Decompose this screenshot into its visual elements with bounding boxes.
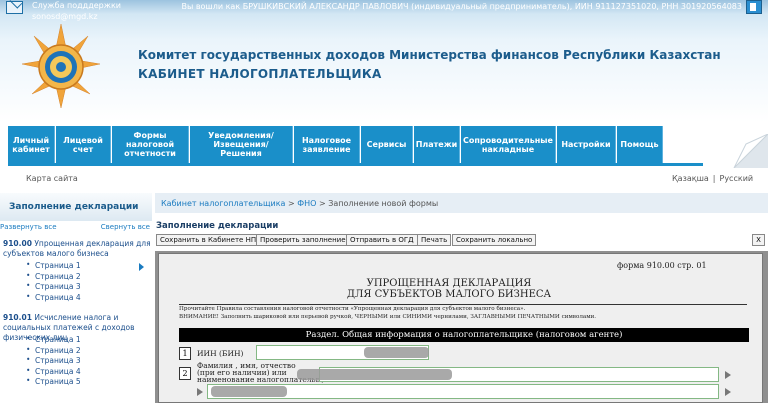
note-line2: ВНИМАНИЕ! Заполнить шариковой или перьев… [179, 314, 597, 320]
form-title: УПРОЩЕННАЯ ДЕКЛАРАЦИЯ ДЛЯ СУБЪЕКТОВ МАЛО… [159, 278, 739, 300]
nav-services[interactable]: Сервисы [361, 126, 413, 163]
page-link[interactable]: Страница 3 [26, 355, 81, 367]
logout-icon[interactable] [746, 0, 762, 14]
emblem-logo [21, 23, 101, 109]
page-link[interactable]: Страница 5 [26, 376, 81, 388]
nav-personal-account[interactable]: Лицевой счет [56, 126, 111, 163]
declaration-code: 910.00 [3, 239, 32, 248]
print-button[interactable]: Печать [417, 234, 452, 246]
expand-all-link[interactable]: Развернуть все [0, 223, 57, 231]
page-link[interactable]: Страница 4 [26, 366, 81, 378]
close-button[interactable]: X [752, 234, 765, 246]
lang-separator: | [712, 174, 716, 183]
breadcrumb-current: Заполнение новой формы [328, 199, 439, 208]
declaration-910-00[interactable]: 910.00 Упрощенная декларация для субъект… [3, 239, 153, 259]
note-line1: Прочитайте Правила составления налоговой… [179, 306, 526, 312]
redacted-value [297, 369, 452, 380]
support-email[interactable]: sonosd@mgd.kz [32, 12, 98, 21]
page: Служба подддержки sonosd@mgd.kz Вы вошли… [0, 0, 768, 403]
arrow-right-icon [725, 371, 731, 379]
main-content: Кабинет налогоплательщика > ФНО > Заполн… [155, 193, 768, 403]
form-number: форма 910.00 стр. 01 [617, 261, 707, 270]
redacted-value [364, 347, 429, 358]
save-cabinet-button[interactable]: Сохранить в Кабинете НП [156, 234, 261, 246]
mail-icon [6, 1, 23, 14]
breadcrumb-fno[interactable]: ФНО [297, 199, 316, 208]
form-viewer: форма 910.00 стр. 01 УПРОЩЕННАЯ ДЕКЛАРАЦ… [155, 251, 768, 403]
breadcrumb-cabinet[interactable]: Кабинет налогоплательщика [161, 199, 285, 208]
nav-payments[interactable]: Платежи [414, 126, 460, 163]
page-link[interactable]: Страница 1 [26, 334, 81, 346]
page-link[interactable]: Страница 2 [26, 345, 81, 357]
check-button[interactable]: Проверить заполнение [256, 234, 350, 246]
nav-tax-forms[interactable]: Формы налоговой отчетности [112, 126, 189, 163]
current-page-arrow-icon [139, 263, 144, 271]
nav-notifications[interactable]: Уведомления/ Извещения/ Решения [190, 126, 293, 163]
nav-settings[interactable]: Настройки [557, 126, 616, 163]
nav-personal-cabinet[interactable]: Личный кабинет [8, 126, 55, 163]
form-title-line1: УПРОЩЕННАЯ ДЕКЛАРАЦИЯ [366, 278, 532, 289]
lang-russian[interactable]: Русский [720, 174, 754, 183]
page-link[interactable]: Страница 2 [26, 271, 81, 283]
support-title[interactable]: Служба подддержки [32, 1, 121, 10]
sidebar: Заполнение декларации Развернуть все Све… [0, 193, 152, 403]
sitemap-link[interactable]: Карта сайта [26, 174, 78, 183]
nav-underline [8, 163, 703, 166]
sidebar-title: Заполнение декларации [0, 193, 152, 221]
lang-kazakh[interactable]: Қазақша [672, 174, 709, 183]
save-local-button[interactable]: Сохранить локально [452, 234, 537, 246]
page-link[interactable]: Страница 1 [26, 260, 81, 272]
user-info: Вы вошли как БРУШКИВСКИЙ АЛЕКСАНДР ПАВЛО… [181, 2, 742, 11]
breadcrumb-separator: > [316, 199, 329, 208]
arrow-right-icon [197, 388, 203, 396]
declaration-code: 910.01 [3, 313, 32, 322]
breadcrumb: Кабинет налогоплательщика > ФНО > Заполн… [155, 193, 768, 213]
cabinet-title: КАБИНЕТ НАЛОГОПЛАТЕЛЬЩИКА [138, 67, 382, 81]
page-curl-icon [733, 134, 768, 168]
site-header: Служба подддержки sonosd@mgd.kz Вы вошли… [0, 0, 768, 122]
page-title: Заполнение декларации [156, 221, 279, 231]
nav-waybills[interactable]: Сопроводительные накладные [461, 126, 556, 163]
nav-tax-application[interactable]: Налоговое заявление [294, 126, 360, 163]
collapse-all-link[interactable]: Свернуть все [101, 223, 150, 231]
page-link[interactable]: Страница 3 [26, 281, 81, 293]
nav-help[interactable]: Помощь [617, 126, 663, 163]
section-header: Раздел. Общая информация о налогоплатель… [179, 328, 749, 342]
form-sheet: форма 910.00 стр. 01 УПРОЩЕННАЯ ДЕКЛАРАЦ… [158, 253, 763, 403]
form-title-line2: ДЛЯ СУБЪЕКТОВ МАЛОГО БИЗНЕСА [346, 289, 552, 300]
declaration-910-01-pages: Страница 1 Страница 2 Страница 3 Страниц… [26, 334, 81, 388]
form-note: Прочитайте Правила составления налоговой… [179, 304, 747, 327]
org-name: Комитет государственных доходов Министер… [138, 48, 721, 62]
field-number-2: 2 [179, 367, 191, 380]
send-button[interactable]: Отправить в ОГД [346, 234, 418, 246]
field-label-iin: ИИН (БИН) [197, 349, 244, 358]
page-link[interactable]: Страница 4 [26, 292, 81, 304]
redacted-value [211, 386, 287, 397]
language-switcher: Қазақша | Русский [672, 174, 753, 183]
declaration-910-00-pages: Страница 1 Страница 2 Страница 3 Страниц… [26, 260, 81, 304]
field-number-1: 1 [179, 347, 191, 360]
breadcrumb-separator: > [285, 199, 298, 208]
arrow-right-icon [725, 388, 731, 396]
